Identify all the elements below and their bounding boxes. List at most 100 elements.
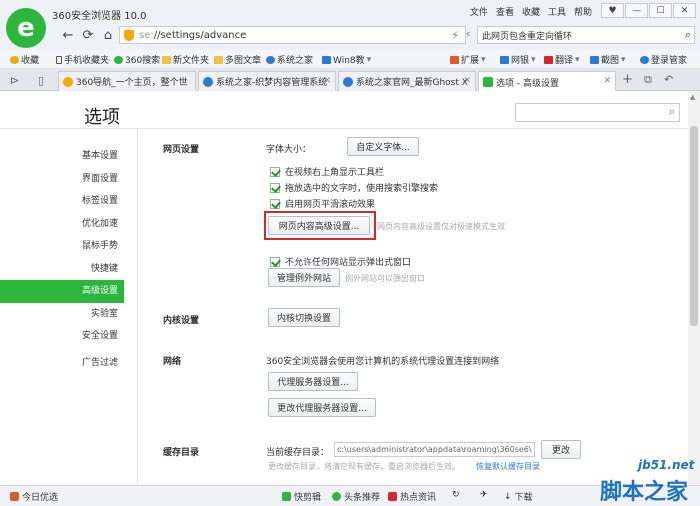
search-icon[interactable]: ⌕ xyxy=(685,28,691,42)
globe-icon xyxy=(343,76,353,87)
minimize-button[interactable]: — xyxy=(625,3,648,18)
cache-note: 更改缓存目录，将清空现有缓存，重启浏览器后生效。 xyxy=(268,462,460,471)
status-hot-news[interactable]: 热点资讯 xyxy=(388,490,436,503)
menu-tools[interactable]: 工具 xyxy=(548,5,566,18)
options-search-input[interactable]: ⌕ xyxy=(515,103,680,122)
menu-view[interactable]: 查看 xyxy=(496,5,514,18)
checkbox-checked-icon xyxy=(270,198,280,209)
checkbox-drag-search[interactable]: 拖放选中的文字时，使用搜索引擎搜索 xyxy=(270,181,438,194)
search-input[interactable]: 此网页包含重定向循环 ⌕ xyxy=(477,26,695,44)
lightning-icon[interactable]: ⚡ xyxy=(451,29,459,42)
refresh-icon[interactable]: ⟳ xyxy=(80,27,96,43)
status-headlines[interactable]: 头条推荐 xyxy=(332,490,380,503)
scroll-up-icon[interactable]: ▲ xyxy=(690,93,695,101)
page-title: 选项 xyxy=(84,107,120,128)
status-today-picks[interactable]: 今日优选 xyxy=(10,490,58,503)
tab-list-icon[interactable]: ▯ xyxy=(38,74,44,87)
fav-item-xitongzhijia[interactable]: 系统之家 xyxy=(266,53,313,66)
close-button[interactable]: ✕ xyxy=(673,3,696,18)
kernel-switch-button[interactable]: 内核切换设置 xyxy=(268,308,340,327)
sidebar-item-lab[interactable]: 实验室 xyxy=(0,303,124,326)
settings-tab-icon xyxy=(483,77,493,87)
address-bar[interactable]: se://settings/advance ⚡ xyxy=(119,26,466,44)
shield-icon xyxy=(500,55,509,64)
skin-icon[interactable]: ♥ xyxy=(601,3,624,18)
tab-restore-icon[interactable]: ⧉ xyxy=(644,73,652,87)
status-quick-edit[interactable]: 快剪辑 xyxy=(282,490,321,503)
close-tab-icon[interactable]: ✕ xyxy=(603,76,611,86)
play-icon xyxy=(282,492,291,501)
history-icon[interactable]: ↻ xyxy=(452,490,460,500)
netbank-button[interactable]: 网银 ▾ xyxy=(500,53,536,66)
checkbox-smooth-scroll[interactable]: 启用网页平滑滚动效果 xyxy=(270,197,375,210)
fav-item-articles[interactable]: 多图文章 xyxy=(214,53,261,66)
proxy-settings-button[interactable]: 代理服务器设置... xyxy=(268,372,358,391)
divider xyxy=(137,128,138,488)
checkbox-checked-icon xyxy=(270,182,280,193)
url-path: //settings/advance xyxy=(153,29,247,41)
fav-item-favorites[interactable]: 收藏 xyxy=(10,53,39,66)
tab-dede[interactable]: 系统之家-织梦内容管理系统 ✕ xyxy=(198,71,336,91)
manage-exceptions-button[interactable]: 管理例外网站 xyxy=(268,268,340,287)
tab-bar: ⊳ ▯ 360导航_一个主页，整个世 系统之家-织梦内容管理系统 ✕ 系统之家官… xyxy=(0,69,700,92)
pin-icon[interactable]: ✈ xyxy=(480,490,488,500)
menu-file[interactable]: 文件 xyxy=(470,5,488,18)
ext-button[interactable]: 扩展 ▾ xyxy=(450,53,486,66)
sidebar-item-advanced[interactable]: 高级设置 xyxy=(0,280,124,303)
exceptions-hint: 例外网站可以弹出窗口 xyxy=(345,274,425,283)
change-proxy-button[interactable]: 更改代理服务器设置... xyxy=(268,398,376,417)
fav-item-win8[interactable]: Win8教 ▾ xyxy=(322,53,371,66)
section-cache: 缓存目录 xyxy=(163,448,200,458)
folder-icon xyxy=(162,55,171,64)
tab-settings[interactable]: 选项 - 高级设置 ✕ xyxy=(478,71,616,92)
custom-font-button[interactable]: 自定义字体... xyxy=(347,137,419,156)
sidebar-item-shortcuts[interactable]: 快捷键 xyxy=(0,258,124,281)
maximize-button[interactable]: ☐ xyxy=(649,3,672,18)
cache-current-label: 当前缓存目录： xyxy=(266,448,330,458)
close-tab-icon[interactable]: ✕ xyxy=(323,76,331,86)
sidebar-item-interface[interactable]: 界面设置 xyxy=(0,168,124,191)
menu-help[interactable]: 帮助 xyxy=(574,5,592,18)
top-menu: 文件 查看 收藏 工具 帮助 xyxy=(470,5,592,18)
sidebar-toggle-icon[interactable]: ⊳ xyxy=(10,74,19,87)
status-download[interactable]: ↓ 下载 xyxy=(504,490,533,504)
checkbox-video-toolbar[interactable]: 在视频右上角显示工具栏 xyxy=(270,165,384,178)
advanced-content-hint: 网页内容高级设置仅对极速模式生效 xyxy=(377,222,505,231)
new-tab-icon[interactable]: + xyxy=(622,72,633,87)
sidebar-item-optimize[interactable]: 优化加速 xyxy=(0,213,124,236)
advanced-content-button[interactable]: 网页内容高级设置... xyxy=(268,216,370,235)
hot-icon xyxy=(388,492,397,501)
sidebar-item-security[interactable]: 安全设置 xyxy=(0,325,124,348)
360-icon xyxy=(63,76,73,87)
cache-path-field[interactable]: c:\users\administrator\appdata\roaming\3… xyxy=(334,442,535,457)
scrollbar-thumb[interactable] xyxy=(690,126,698,326)
watermark-url: jb51.net xyxy=(638,458,695,472)
screenshot-button[interactable]: 截图 ▾ xyxy=(590,53,626,66)
favorites-bar: 收藏 手机收藏夹 360搜索 新文件夹 多图文章 系统之家 Win8教 ▾ 扩展 ▾… xyxy=(0,50,700,69)
fav-item-new-folder[interactable]: 新文件夹 xyxy=(162,53,209,66)
home-icon[interactable]: ⌂ xyxy=(100,27,116,43)
sidebar-item-basic[interactable]: 基本设置 xyxy=(0,145,124,168)
sidebar-item-mouse-gestures[interactable]: 鼠标手势 xyxy=(0,235,124,258)
search-engine-icon[interactable]: ‹ xyxy=(466,27,470,40)
fav-item-360search[interactable]: 360搜索 xyxy=(114,53,160,66)
close-tab-icon[interactable]: ✕ xyxy=(463,76,471,86)
login-manager-button[interactable]: 登录管家 xyxy=(640,53,687,66)
scrollbar[interactable]: ▲ xyxy=(688,91,700,485)
globe-icon xyxy=(203,76,213,87)
undo-close-icon[interactable]: ↶ xyxy=(664,73,673,86)
restore-cache-link[interactable]: 恢复默认缓存目录 xyxy=(476,461,540,472)
title-bar: e 360安全浏览器 10.0 文件 查看 收藏 工具 帮助 ♥ — ☐ ✕ ←… xyxy=(0,0,700,50)
tab-xitong[interactable]: 系统之家官网_最新Ghost X ✕ xyxy=(338,71,476,91)
translate-button[interactable]: 翻译 ▾ xyxy=(544,53,580,66)
checkbox-block-popups[interactable]: 不允许任何网站显示弹出式窗口 xyxy=(270,255,411,268)
gift-icon xyxy=(10,492,19,501)
fav-item-mobile[interactable]: 手机收藏夹 xyxy=(56,53,109,66)
menu-favorites[interactable]: 收藏 xyxy=(522,5,540,18)
sidebar-item-tabs[interactable]: 标签设置 xyxy=(0,190,124,213)
search-value: 此网页包含重定向循环 xyxy=(482,31,573,42)
sidebar-item-adblock[interactable]: 广告过滤 xyxy=(0,352,124,375)
section-web: 网页设置 xyxy=(163,145,200,155)
tab-360nav[interactable]: 360导航_一个主页，整个世 xyxy=(58,71,196,91)
back-arrow-icon[interactable]: ← xyxy=(60,27,76,43)
